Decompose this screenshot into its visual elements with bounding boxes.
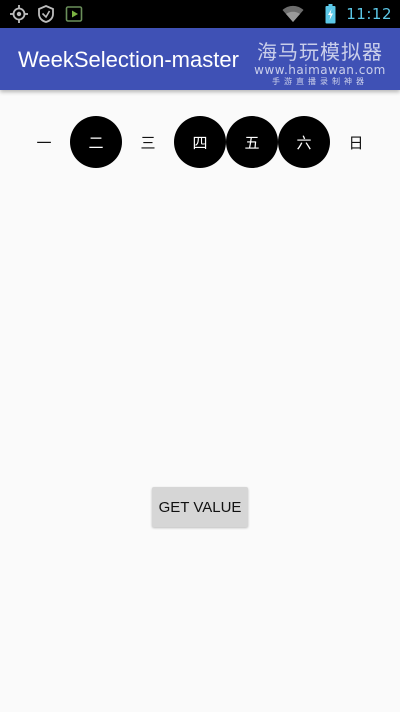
watermark-slogan: 手游直播录制神器 (272, 77, 368, 86)
day-sunday[interactable]: 日 (330, 116, 382, 168)
day-wednesday[interactable]: 三 (122, 116, 174, 168)
status-time: 11:12 (346, 5, 392, 23)
app-screen: 11:12 WeekSelection-master 海马玩模拟器 www.ha… (0, 0, 400, 712)
watermark: 海马玩模拟器 www.haimawan.com 手游直播录制神器 (254, 40, 386, 88)
app-bar: WeekSelection-master 海马玩模拟器 www.haimawan… (0, 28, 400, 90)
day-label: 四 (192, 133, 208, 152)
day-friday[interactable]: 五 (226, 116, 278, 168)
day-label: 三 (140, 133, 156, 152)
day-tuesday[interactable]: 二 (70, 116, 122, 168)
day-saturday[interactable]: 六 (278, 116, 330, 168)
shield-icon (38, 5, 54, 23)
day-label: 一 (36, 133, 52, 152)
battery-icon (325, 4, 336, 24)
watermark-url: www.haimawan.com (254, 63, 386, 77)
wifi-icon (282, 5, 304, 22)
day-label: 五 (244, 133, 260, 152)
day-monday[interactable]: 一 (18, 116, 70, 168)
get-value-button[interactable]: GET VALUE (152, 487, 248, 527)
day-thursday[interactable]: 四 (174, 116, 226, 168)
day-label: 六 (296, 133, 312, 152)
status-bar: 11:12 (0, 0, 400, 28)
gps-icon (10, 5, 28, 23)
watermark-title: 海马玩模拟器 (257, 40, 383, 64)
day-label: 二 (88, 133, 104, 152)
app-title: WeekSelection-master (18, 47, 239, 72)
day-label: 日 (348, 133, 364, 152)
play-store-icon (65, 6, 83, 22)
week-selector: 一 二 三 四 五 六 日 (18, 116, 382, 168)
